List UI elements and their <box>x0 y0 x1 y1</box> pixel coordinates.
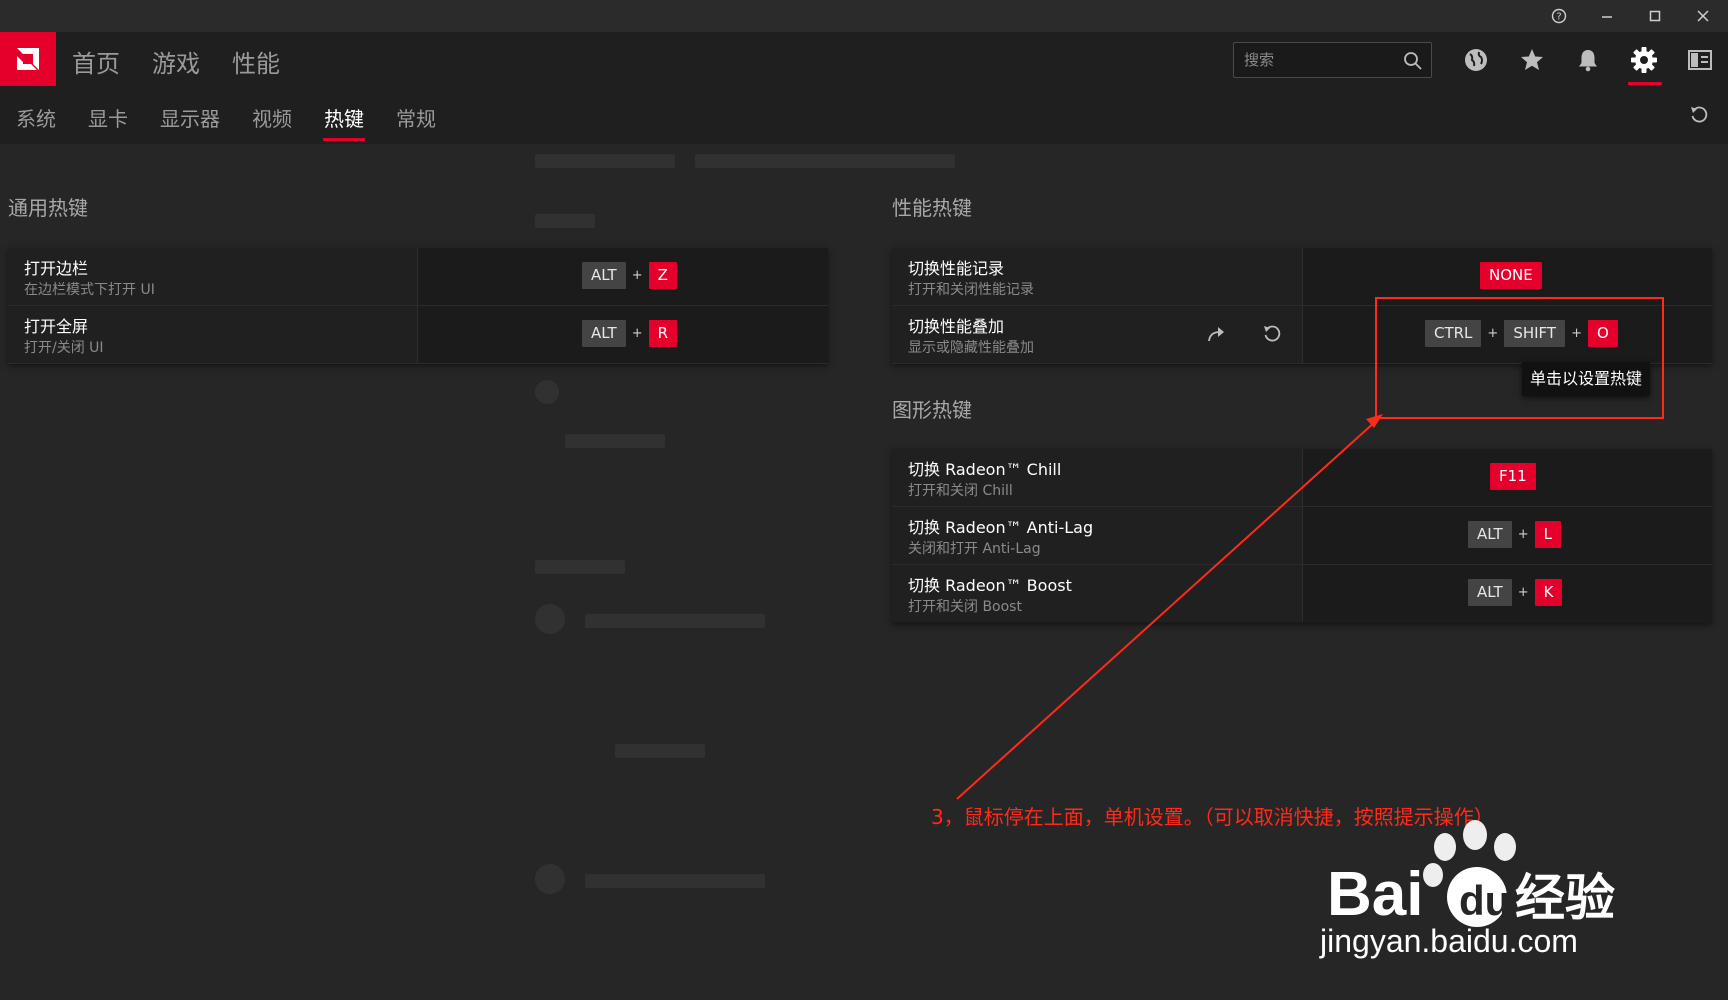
watermark-url: jingyan.baidu.com <box>1320 923 1578 959</box>
hotkey-label-cell: 切换性能叠加 显示或隐藏性能叠加 <box>892 306 1303 363</box>
key-cap: K <box>1534 579 1563 606</box>
hotkey-label-cell: 切换 Radeon™ Boost 打开和关闭 Boost <box>892 565 1303 622</box>
hotkey-binding[interactable]: ALT + L <box>1468 521 1561 548</box>
hotkey-description: 打开/关闭 UI <box>24 340 104 356</box>
help-circle-icon[interactable]: ? <box>1537 4 1581 28</box>
hotkey-description: 打开和关闭 Boost <box>908 599 1022 615</box>
svg-text:du: du <box>1459 877 1510 924</box>
hotkey-description: 关闭和打开 Anti-Lag <box>908 541 1041 557</box>
reset-all-icon[interactable] <box>1688 104 1710 126</box>
section-title-graphics: 图形热键 <box>892 398 972 422</box>
svg-text:Bai: Bai <box>1327 860 1423 929</box>
hotkey-name: 切换 Radeon™ Boost <box>908 576 1072 595</box>
hotkey-row: 打开边栏 在边栏模式下打开 UI ALT + Z <box>8 248 828 306</box>
nav-gaming[interactable]: 游戏 <box>152 44 200 79</box>
search-icon[interactable] <box>1403 51 1423 71</box>
hotkey-binding[interactable]: F11 <box>1490 463 1536 490</box>
hotkey-binding[interactable]: ALT + R <box>582 320 678 347</box>
key-plus: + <box>1517 527 1529 542</box>
active-tab-indicator <box>323 138 365 141</box>
hotkey-description: 打开和关闭 Chill <box>908 483 1013 499</box>
hotkey-label-cell: 切换 Radeon™ Chill 打开和关闭 Chill <box>892 449 1303 506</box>
key-cap: L <box>1534 521 1561 548</box>
top-navigation: 首页 游戏 性能 <box>0 32 1728 86</box>
hotkey-name: 切换性能记录 <box>908 259 1005 278</box>
svg-text:经验: 经验 <box>1515 869 1615 927</box>
hotkey-row: 打开全屏 打开/关闭 UI ALT + R <box>8 306 828 364</box>
key-cap: NONE <box>1480 262 1542 289</box>
key-cap: F11 <box>1490 463 1536 490</box>
hotkey-label-cell: 打开全屏 打开/关闭 UI <box>8 306 418 363</box>
hotkey-name: 切换 Radeon™ Chill <box>908 460 1062 479</box>
title-bar: ? <box>0 0 1728 32</box>
share-arrow-icon[interactable] <box>1205 323 1227 345</box>
hotkey-name: 切换 Radeon™ Anti-Lag <box>908 518 1094 537</box>
minimize-icon[interactable] <box>1585 4 1629 28</box>
tab-graphics[interactable]: 显卡 <box>88 103 128 132</box>
graphics-hotkeys-card: 切换 Radeon™ Chill 打开和关闭 Chill F11 切换 Rade… <box>892 449 1712 623</box>
gear-icon[interactable] <box>1629 45 1659 75</box>
key-plus: + <box>631 268 643 283</box>
hotkey-binding[interactable]: NONE <box>1480 262 1542 289</box>
tab-video[interactable]: 视频 <box>252 103 292 132</box>
section-title-performance: 性能热键 <box>892 196 972 220</box>
hotkey-description: 显示或隐藏性能叠加 <box>908 340 1034 356</box>
hotkey-label-cell: 切换性能记录 打开和关闭性能记录 <box>892 248 1303 305</box>
key-cap: ALT <box>1468 579 1512 606</box>
hotkey-row: 切换 Radeon™ Chill 打开和关闭 Chill F11 <box>892 449 1712 507</box>
key-cap: ALT <box>582 262 626 289</box>
hotkey-label-cell: 打开边栏 在边栏模式下打开 UI <box>8 248 418 305</box>
star-icon[interactable] <box>1517 45 1547 75</box>
key-cap: R <box>648 320 678 347</box>
search-input[interactable] <box>1244 50 1394 70</box>
globe-icon[interactable] <box>1461 45 1491 75</box>
hotkey-label-cell: 切换 Radeon™ Anti-Lag 关闭和打开 Anti-Lag <box>892 507 1303 564</box>
hotkey-row: 切换 Radeon™ Boost 打开和关闭 Boost ALT + K <box>892 565 1712 623</box>
hotkey-row: 切换 Radeon™ Anti-Lag 关闭和打开 Anti-Lag ALT +… <box>892 507 1712 565</box>
active-icon-indicator <box>1628 82 1662 85</box>
reset-icon[interactable] <box>1261 323 1283 345</box>
maximize-icon[interactable] <box>1633 4 1677 28</box>
key-plus: + <box>631 326 643 341</box>
close-icon[interactable] <box>1681 4 1725 28</box>
hotkey-name: 切换性能叠加 <box>908 317 1005 336</box>
tab-display[interactable]: 显示器 <box>160 103 220 132</box>
annotation-highlight-box <box>1375 297 1664 419</box>
hotkey-binding[interactable]: ALT + Z <box>582 262 677 289</box>
key-plus: + <box>1517 585 1529 600</box>
section-title-general: 通用热键 <box>8 196 88 220</box>
hotkey-description: 在边栏模式下打开 UI <box>24 282 155 298</box>
svg-text:?: ? <box>1556 12 1561 23</box>
tab-system[interactable]: 系统 <box>16 103 56 132</box>
general-hotkeys-card: 打开边栏 在边栏模式下打开 UI ALT + Z 打开全屏 打开/关闭 UI A… <box>8 248 828 364</box>
search-box <box>1233 42 1432 78</box>
key-cap: ALT <box>582 320 626 347</box>
tab-general[interactable]: 常规 <box>396 103 436 132</box>
nav-home[interactable]: 首页 <box>72 44 120 79</box>
bell-icon[interactable] <box>1573 45 1603 75</box>
settings-tabs: 系统 显卡 显示器 视频 热键 常规 <box>0 86 1728 144</box>
hotkey-binding[interactable]: ALT + K <box>1468 579 1563 606</box>
key-cap: Z <box>648 262 677 289</box>
sidebar-icon[interactable] <box>1685 45 1715 75</box>
hotkey-name: 打开边栏 <box>24 259 89 278</box>
tab-hotkeys[interactable]: 热键 <box>324 103 364 132</box>
hotkey-description: 打开和关闭性能记录 <box>908 282 1034 298</box>
key-cap: ALT <box>1468 521 1512 548</box>
hotkey-name: 打开全屏 <box>24 317 89 336</box>
nav-performance[interactable]: 性能 <box>232 44 280 79</box>
amd-logo[interactable] <box>0 32 56 86</box>
